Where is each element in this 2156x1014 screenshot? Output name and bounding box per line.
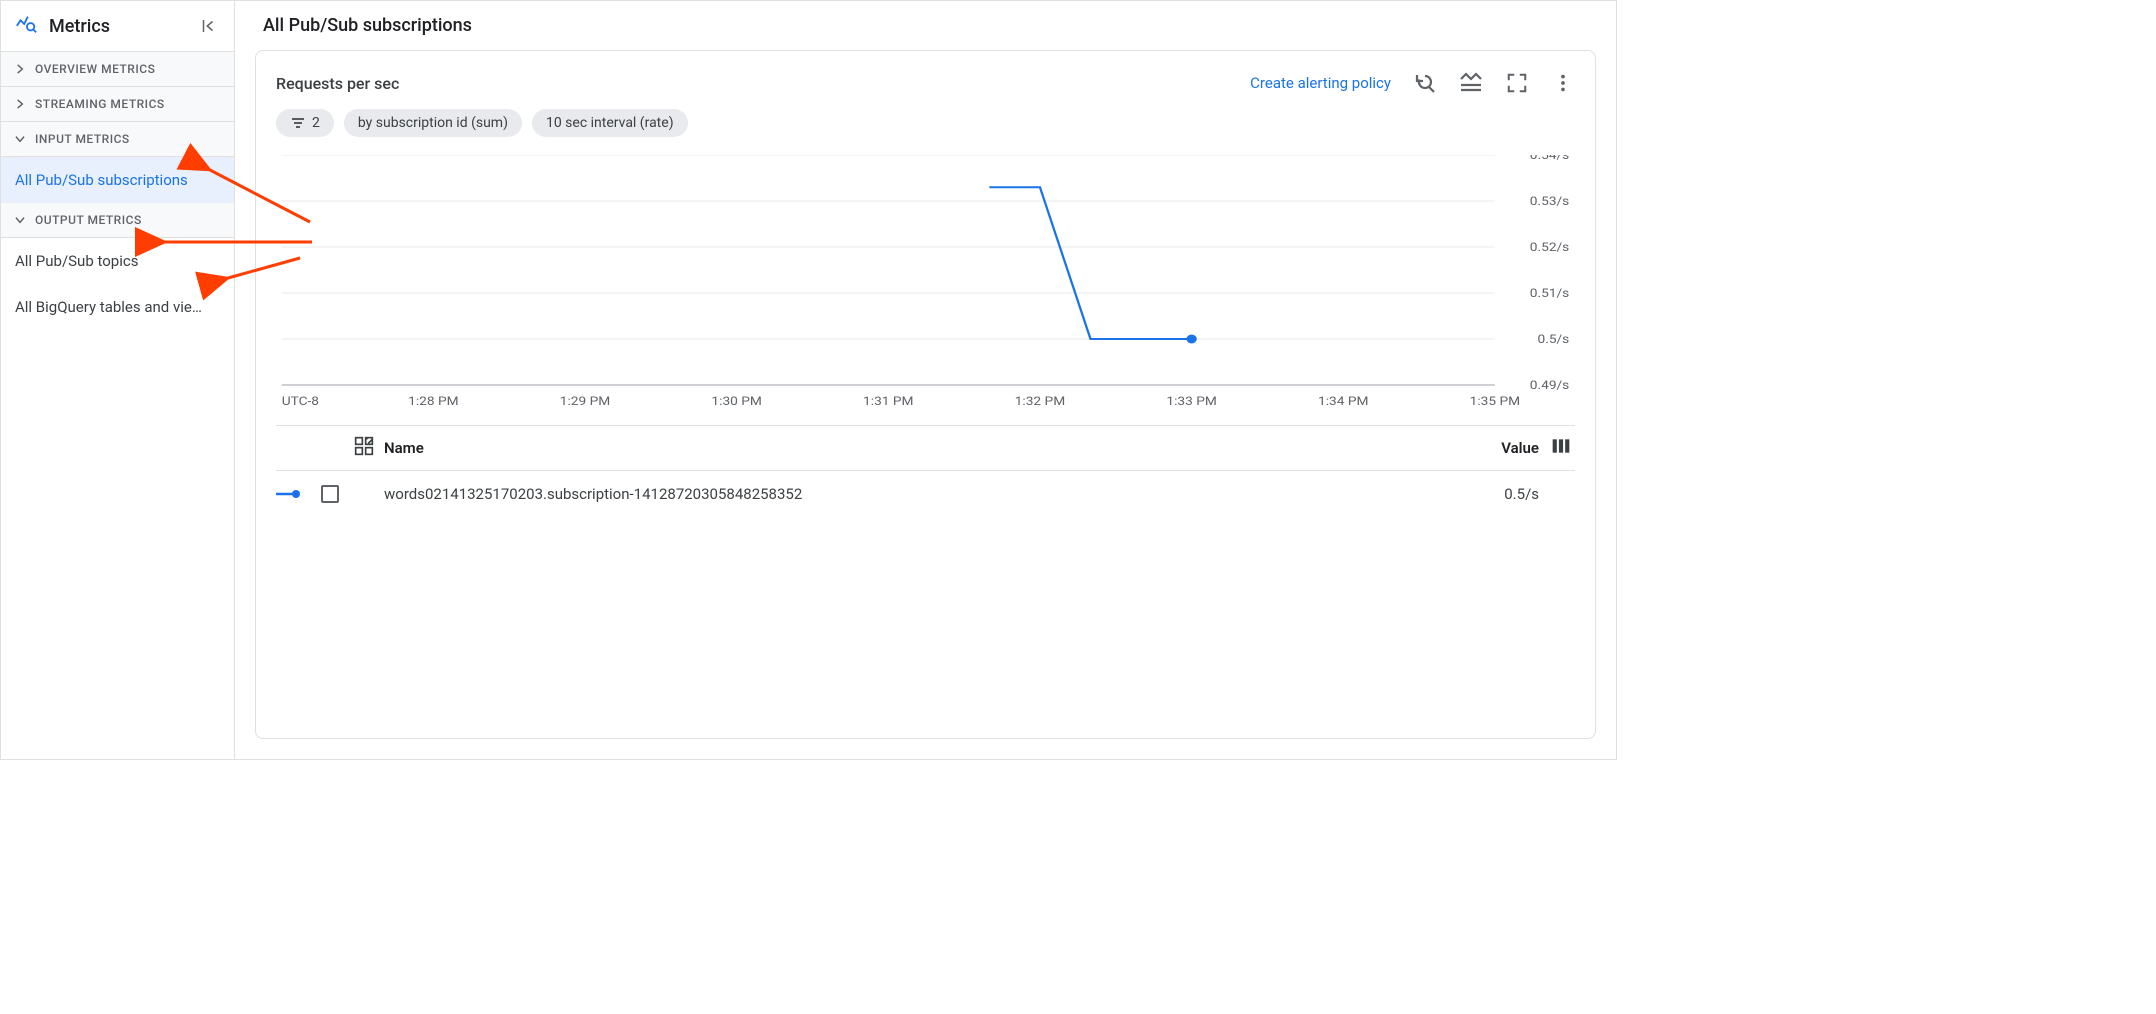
chevron-right-icon xyxy=(13,97,27,111)
legend-table: Name Value words02141325170203.subscript… xyxy=(276,425,1575,517)
filter-icon xyxy=(290,115,306,131)
create-alerting-policy-link[interactable]: Create alerting policy xyxy=(1250,74,1391,92)
columns-icon[interactable] xyxy=(1551,436,1575,460)
sidebar-item-pubsub-topics[interactable]: All Pub/Sub topics xyxy=(1,238,234,284)
sidebar-group-input[interactable]: INPUT METRICS xyxy=(1,122,234,157)
sidebar-item-bigquery-tables[interactable]: All BigQuery tables and vie… xyxy=(1,284,234,330)
svg-text:1:28 PM: 1:28 PM xyxy=(408,395,458,409)
chevron-down-icon xyxy=(13,132,27,146)
aggregator-chip[interactable]: by subscription id (sum) xyxy=(344,109,522,137)
card-title: Requests per sec xyxy=(276,74,399,93)
fullscreen-icon[interactable] xyxy=(1505,71,1529,95)
chevron-down-icon xyxy=(13,213,27,227)
filter-count: 2 xyxy=(312,115,320,131)
svg-text:0.53/s: 0.53/s xyxy=(1530,195,1570,209)
series-swatch xyxy=(276,488,306,500)
group-label: OUTPUT METRICS xyxy=(35,213,142,227)
sidebar-title: Metrics xyxy=(49,16,196,37)
legend-name-header: Name xyxy=(384,439,1459,457)
svg-text:1:35 PM: 1:35 PM xyxy=(1470,395,1520,409)
svg-text:0.5/s: 0.5/s xyxy=(1538,333,1570,347)
main-panel: All Pub/Sub subscriptions Requests per s… xyxy=(235,1,1616,759)
sidebar: Metrics OVERVIEW METRICS STREAMING METRI… xyxy=(1,1,235,759)
svg-text:1:34 PM: 1:34 PM xyxy=(1318,395,1368,409)
sidebar-header: Metrics xyxy=(1,1,234,52)
legend-checkbox[interactable] xyxy=(321,485,339,503)
legend-series-value: 0.5/s xyxy=(1459,485,1539,503)
chart-canvas[interactable]: 0.54/s 0.53/s 0.52/s 0.51/s 0.5/s 0.49/s UTC-8… xyxy=(276,155,1575,425)
interval-chip[interactable]: 10 sec interval (rate) xyxy=(532,109,688,137)
metric-card: Requests per sec Create alerting policy xyxy=(255,50,1596,739)
more-options-icon[interactable] xyxy=(1551,71,1575,95)
group-label: OVERVIEW METRICS xyxy=(35,62,155,76)
svg-text:1:32 PM: 1:32 PM xyxy=(1015,395,1065,409)
page-title: All Pub/Sub subscriptions xyxy=(235,1,1616,50)
chevron-right-icon xyxy=(13,62,27,76)
sidebar-group-output[interactable]: OUTPUT METRICS xyxy=(1,203,234,238)
reset-zoom-icon[interactable] xyxy=(1413,71,1437,95)
group-label: STREAMING METRICS xyxy=(35,97,165,111)
legend-row: words02141325170203.subscription-1412872… xyxy=(276,471,1575,517)
collapse-sidebar-icon[interactable] xyxy=(196,14,220,38)
sidebar-item-pubsub-subscriptions[interactable]: All Pub/Sub subscriptions xyxy=(1,157,234,203)
grid-view-icon[interactable] xyxy=(354,436,378,460)
svg-text:0.54/s: 0.54/s xyxy=(1530,155,1570,163)
metrics-explorer-icon xyxy=(15,13,37,39)
legend-series-name: words02141325170203.subscription-1412872… xyxy=(384,485,1459,503)
svg-text:1:29 PM: 1:29 PM xyxy=(560,395,610,409)
sidebar-group-overview[interactable]: OVERVIEW METRICS xyxy=(1,52,234,87)
sidebar-group-streaming[interactable]: STREAMING METRICS xyxy=(1,87,234,122)
legend-value-header: Value xyxy=(1459,439,1539,457)
group-label: INPUT METRICS xyxy=(35,132,130,146)
svg-text:1:30 PM: 1:30 PM xyxy=(711,395,761,409)
legend-toggle-icon[interactable] xyxy=(1459,71,1483,95)
svg-text:UTC-8: UTC-8 xyxy=(282,395,319,409)
svg-text:0.52/s: 0.52/s xyxy=(1530,241,1570,255)
svg-text:0.49/s: 0.49/s xyxy=(1530,379,1570,393)
filter-count-chip[interactable]: 2 xyxy=(276,109,334,137)
svg-text:0.51/s: 0.51/s xyxy=(1530,287,1570,301)
svg-text:1:33 PM: 1:33 PM xyxy=(1166,395,1216,409)
svg-text:1:31 PM: 1:31 PM xyxy=(863,395,913,409)
